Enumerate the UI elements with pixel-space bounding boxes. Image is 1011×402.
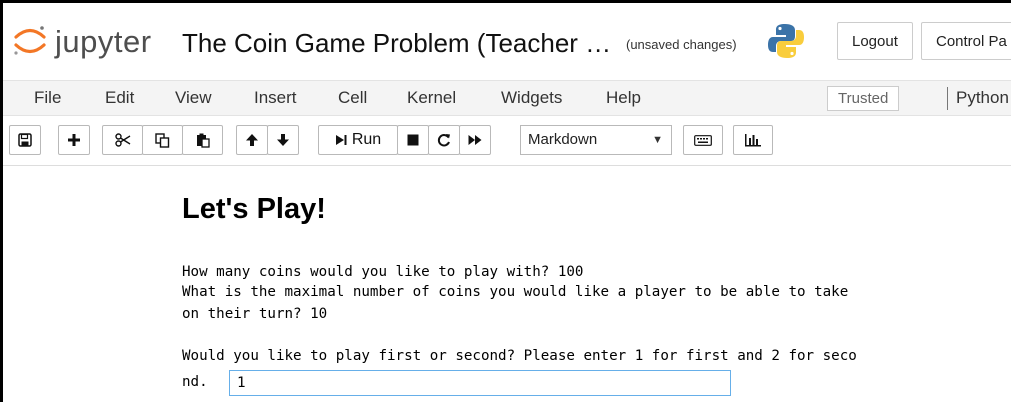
output-line: How many coins would you like to play wi… [182, 264, 584, 280]
menu-cell[interactable]: Cell [338, 88, 367, 108]
copy-icon [155, 132, 170, 148]
menu-help[interactable]: Help [606, 88, 641, 108]
logout-button[interactable]: Logout [837, 22, 913, 60]
plus-icon [68, 134, 80, 146]
menu-bar: File Edit View Insert Cell Kernel Widget… [3, 80, 1011, 116]
arrow-up-icon [246, 134, 258, 146]
input-prompt: Would you like to play first or second? … [182, 348, 857, 364]
menu-kernel[interactable]: Kernel [407, 88, 456, 108]
cut-icon [114, 133, 130, 147]
fast-forward-icon [468, 135, 482, 145]
kernel-name[interactable]: Python [956, 88, 1009, 108]
keyboard-icon [694, 134, 712, 146]
save-status: (unsaved changes) [626, 37, 737, 52]
stdin-input[interactable]: 1 [229, 370, 731, 396]
control-panel-button[interactable]: Control Pa [921, 22, 1011, 60]
notebook-area: Let's Play! How many coins would you lik… [3, 166, 1011, 402]
menu-insert[interactable]: Insert [254, 88, 297, 108]
cell-type-select[interactable]: Markdown ▼ [520, 125, 672, 155]
copy-button[interactable] [142, 125, 183, 155]
menu-widgets[interactable]: Widgets [501, 88, 562, 108]
insert-cell-button[interactable] [58, 125, 90, 155]
command-palette-button[interactable] [683, 125, 723, 155]
move-up-button[interactable] [236, 125, 268, 155]
interrupt-button[interactable] [397, 125, 429, 155]
menu-file[interactable]: File [34, 88, 61, 108]
restart-icon [437, 134, 450, 147]
chevron-down-icon: ▼ [652, 134, 663, 146]
restart-run-all-button[interactable] [459, 125, 491, 155]
save-button[interactable] [9, 125, 41, 155]
save-icon [18, 133, 32, 147]
cell-type-value: Markdown [528, 131, 598, 148]
kernel-separator [947, 87, 948, 110]
paste-button[interactable] [182, 125, 223, 155]
chart-button[interactable] [733, 125, 773, 155]
toolbar: Run Markdown ▼ [3, 116, 1011, 166]
bar-chart-icon [745, 134, 761, 147]
python-logo-icon [768, 24, 804, 58]
restart-button[interactable] [428, 125, 460, 155]
menu-view[interactable]: View [175, 88, 212, 108]
jupyter-logo-icon[interactable] [13, 25, 47, 57]
run-label: Run [351, 131, 382, 148]
output-line: What is the maximal number of coins you … [182, 284, 849, 300]
input-prompt-continued: nd. [182, 374, 208, 390]
move-down-button[interactable] [267, 125, 299, 155]
markdown-heading: Let's Play! [182, 193, 326, 225]
trusted-badge[interactable]: Trusted [827, 86, 900, 111]
cut-button[interactable] [102, 125, 143, 155]
output-line: on their turn? 10 [182, 306, 328, 322]
notebook-title[interactable]: The Coin Game Problem (Teacher … [182, 28, 611, 59]
step-icon [335, 135, 347, 145]
header-bar: jupyter The Coin Game Problem (Teacher …… [3, 3, 1011, 80]
menu-edit[interactable]: Edit [105, 88, 134, 108]
jupyter-brand[interactable]: jupyter [55, 24, 152, 60]
stop-icon [407, 134, 419, 146]
run-button[interactable]: Run [318, 125, 398, 155]
arrow-down-icon [277, 134, 289, 146]
paste-icon [196, 133, 210, 148]
